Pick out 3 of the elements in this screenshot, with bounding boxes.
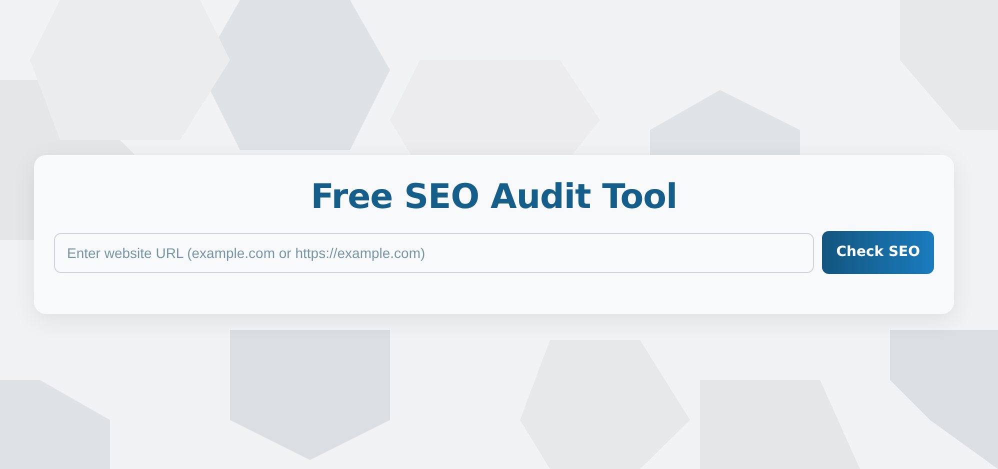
check-seo-button[interactable]: Check SEO [822,231,934,274]
page-title: Free SEO Audit Tool [310,176,678,218]
url-field[interactable]: Enter website URL (example.com or https://example.com) [54,232,814,273]
